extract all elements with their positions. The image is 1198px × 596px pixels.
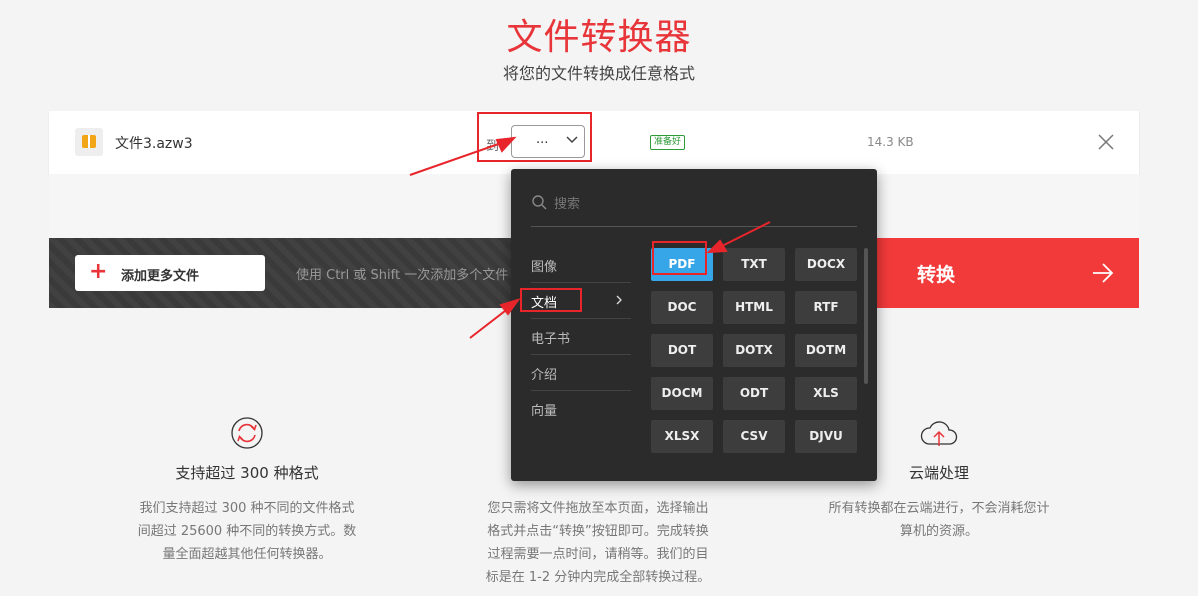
feature-description: 我们支持超过 300 种不同的文件格式 间超过 25600 种不同的转换方式。数… [112, 497, 382, 566]
multi-select-hint: 使用 Ctrl 或 Shift 一次添加多个文件 [296, 268, 509, 283]
search-icon [532, 195, 547, 210]
format-option-djvu[interactable]: DJVU [795, 420, 857, 453]
feature-desc-line: 所有转换都在云端进行，不会消耗您计 [828, 501, 1050, 516]
format-option-dot[interactable]: DOT [651, 334, 713, 367]
convert-label: 转换 [917, 264, 956, 286]
format-dropdown: 搜索 图像 文档 电子书 介绍 向量 PDF TXT DOCX DOC HTML RTF D… [511, 169, 877, 481]
feature-desc-line: 您只需将文件拖放至本页面，选择输出 [487, 501, 709, 516]
format-option-xlsx[interactable]: XLSX [651, 420, 713, 453]
add-files-label: 添加更多文件 [121, 269, 200, 284]
category-image[interactable]: 图像 [531, 247, 631, 283]
document-category-highlight [520, 288, 582, 312]
format-option-rtf[interactable]: RTF [795, 291, 857, 324]
format-option-xls[interactable]: XLS [795, 377, 857, 410]
format-scrollbar[interactable] [864, 248, 868, 384]
feature-description: 所有转换都在云端进行，不会消耗您计 算机的资源。 [804, 497, 1074, 543]
page-title: 文件转换器 [506, 17, 692, 58]
format-select-highlight [477, 112, 592, 162]
ebook-file-icon [75, 128, 103, 156]
format-option-dotx[interactable]: DOTX [723, 334, 785, 367]
feature-description: 您只需将文件拖放至本页面，选择输出 格式并点击“转换”按钮即可。完成转换 过程需… [468, 497, 728, 589]
close-icon[interactable] [1097, 133, 1115, 151]
add-files-button[interactable]: + 添加更多文件 [75, 255, 265, 291]
arrow-right-icon [1093, 263, 1114, 283]
format-option-txt[interactable]: TXT [723, 248, 785, 281]
page-subtitle: 将您的文件转换成任意格式 [502, 64, 695, 83]
convert-button[interactable]: 转换 [877, 238, 1139, 308]
feature-desc-line: 标是在 1-2 分钟内完成全部转换过程。 [485, 570, 711, 585]
plus-icon: + [89, 259, 108, 284]
format-option-dotm[interactable]: DOTM [795, 334, 857, 367]
format-option-doc[interactable]: DOC [651, 291, 713, 324]
feature-desc-line: 量全面超越其他任何转换器。 [162, 547, 332, 562]
feature-desc-line: 算机的资源。 [899, 524, 978, 539]
format-option-docx[interactable]: DOCX [795, 248, 857, 281]
file-name: 文件3.azw3 [115, 136, 193, 152]
refresh-icon [231, 417, 263, 449]
status-badge: 准备好 [650, 135, 686, 150]
feature-desc-line: 间超过 25600 种不同的转换方式。数 [137, 524, 357, 539]
feature-desc-line: 我们支持超过 300 种不同的文件格式 [139, 501, 355, 516]
format-search-field[interactable]: 搜索 [531, 189, 857, 227]
category-presentation[interactable]: 介绍 [531, 355, 631, 391]
file-row: 文件3.azw3 到 ... 准备好 14.3 KB [49, 111, 1139, 174]
format-option-odt[interactable]: ODT [723, 377, 785, 410]
cloud-upload-icon [920, 421, 958, 446]
chevron-right-icon [616, 295, 622, 305]
feature-desc-line: 格式并点击“转换”按钮即可。完成转换 [487, 524, 709, 539]
pdf-highlight [652, 241, 707, 275]
category-ebook[interactable]: 电子书 [531, 319, 631, 355]
category-vector: 向量 [531, 404, 558, 419]
format-option-html[interactable]: HTML [723, 291, 785, 324]
file-size: 14.3 KB [867, 135, 914, 149]
format-option-docm[interactable]: DOCM [651, 377, 713, 410]
feature-desc-line: 过程需要一点时间，请稍等。我们的目 [487, 547, 709, 562]
search-placeholder: 搜索 [554, 197, 581, 212]
format-option-csv[interactable]: CSV [723, 420, 785, 453]
feature-title: 支持超过 300 种格式 [175, 464, 319, 482]
feature-formats: 支持超过 300 种格式 我们支持超过 300 种不同的文件格式 间超过 256… [112, 416, 382, 566]
